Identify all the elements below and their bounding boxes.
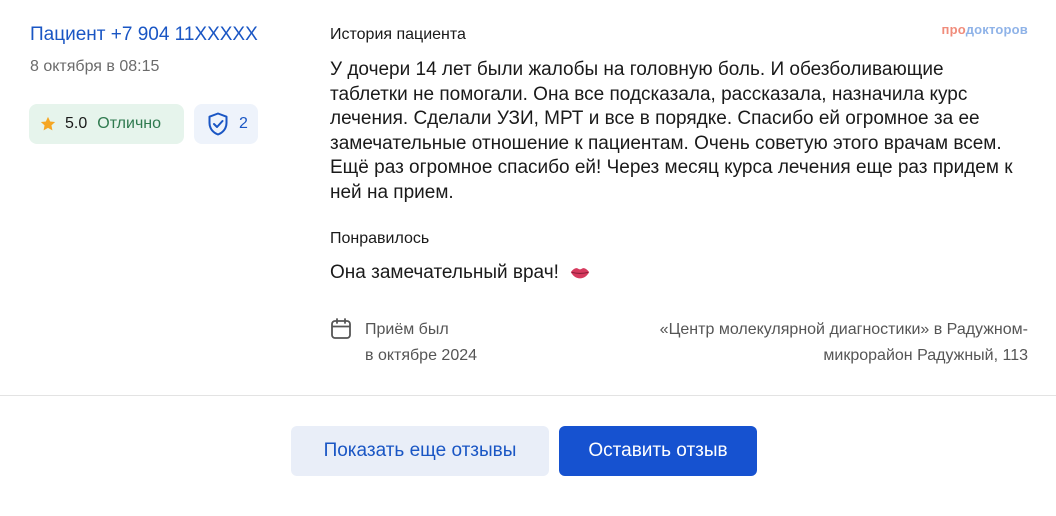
- rating-badge: 5.0 Отлично: [29, 104, 184, 144]
- liked-heading: Понравилось: [330, 230, 430, 247]
- verification-badge[interactable]: 2: [194, 104, 258, 144]
- clinic-line-1: «Центр молекулярной диагностики» в Радуж…: [659, 321, 1028, 338]
- shield-check-icon: [208, 112, 228, 136]
- review-date: 8 октября в 08:15: [30, 58, 160, 75]
- visit-line-2: в октябре 2024: [365, 347, 478, 364]
- verification-count: 2: [239, 115, 248, 132]
- star-icon: [40, 116, 56, 131]
- show-more-reviews-button[interactable]: Показать еще отзывы: [291, 426, 549, 476]
- liked-text-content: Она замечательный врач!: [330, 262, 559, 283]
- liked-text: Она замечательный врач!: [330, 262, 591, 284]
- leave-review-button[interactable]: Оставить отзыв: [559, 426, 757, 476]
- rating-score: 5.0: [65, 115, 88, 132]
- calendar-icon: [331, 318, 351, 339]
- clinic-line-2: микрорайон Радужный, 113: [823, 347, 1028, 364]
- story-text: У дочери 14 лет были жалобы на головную …: [330, 59, 1013, 203]
- visit-info: Приём был в октябре 2024: [330, 317, 477, 369]
- prodoctorov-logo: продокторов: [941, 22, 1028, 37]
- story-heading: История пациента: [330, 26, 466, 43]
- visit-line-1: Приём был: [365, 321, 449, 338]
- clinic-address: «Центр молекулярной диагностики» в Радуж…: [568, 317, 1028, 369]
- kiss-lips-icon: [570, 268, 590, 279]
- rating-word: Отлично: [97, 115, 162, 132]
- review-author[interactable]: Пациент +7 904 11XXXXX: [30, 24, 258, 46]
- divider: [0, 395, 1056, 396]
